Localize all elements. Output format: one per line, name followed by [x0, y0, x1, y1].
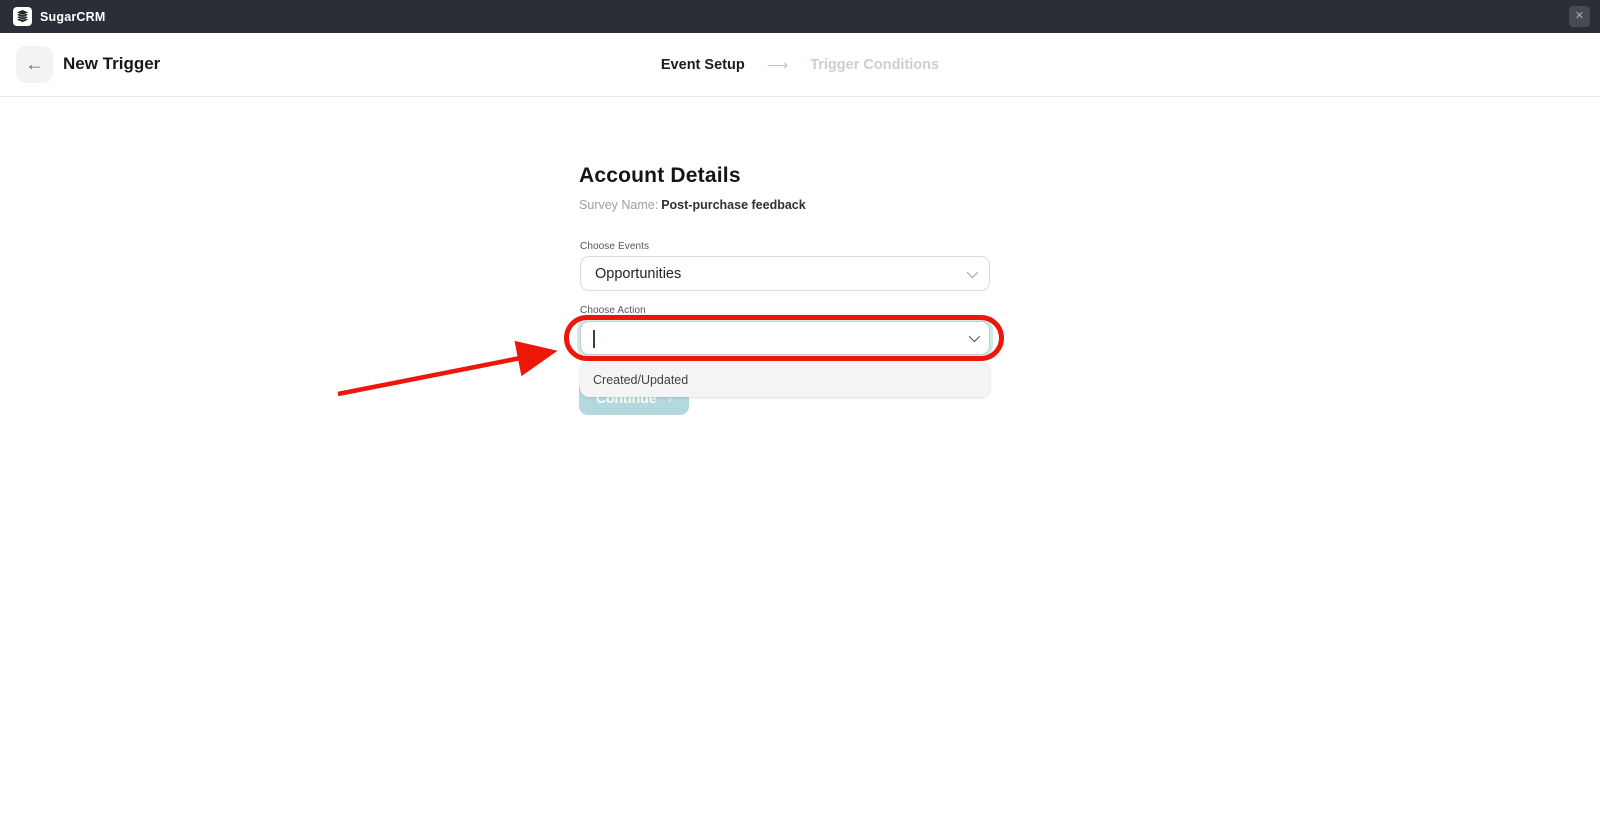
- sugarcrm-logo-icon: [13, 7, 32, 26]
- choose-action-dropdown: Created/Updated: [580, 362, 990, 397]
- choose-action-combobox[interactable]: [580, 321, 990, 355]
- step-event-setup[interactable]: Event Setup: [661, 57, 745, 73]
- breadcrumb: Event Setup ⟶ Trigger Conditions: [0, 33, 1600, 96]
- choose-action-input[interactable]: [593, 330, 969, 346]
- survey-name-label: Survey Name:: [579, 198, 658, 212]
- close-icon[interactable]: ✕: [1569, 6, 1590, 27]
- choose-events-value: Opportunities: [595, 266, 681, 282]
- step-trigger-conditions[interactable]: Trigger Conditions: [810, 57, 939, 73]
- choose-action-label: Choose Action: [580, 305, 646, 316]
- page-header: ← New Trigger Event Setup ⟶ Trigger Cond…: [0, 33, 1600, 97]
- survey-name-value: Post-purchase feedback: [661, 198, 806, 212]
- step-arrow-icon: ⟶: [767, 56, 789, 74]
- chevron-down-icon: [969, 331, 980, 342]
- highlight-arrow-annotation: [0, 0, 1600, 823]
- brand-name: SugarCRM: [40, 10, 106, 24]
- choose-events-label: Choose Events: [580, 241, 649, 252]
- dropdown-option-created-updated[interactable]: Created/Updated: [580, 362, 990, 397]
- chevron-down-icon: [967, 266, 978, 277]
- text-cursor: [593, 330, 595, 348]
- section-title: Account Details: [579, 164, 741, 188]
- app-topbar: SugarCRM ✕: [0, 0, 1600, 33]
- choose-events-select[interactable]: Opportunities: [580, 256, 990, 291]
- survey-name-line: Survey Name:Post-purchase feedback: [579, 198, 806, 212]
